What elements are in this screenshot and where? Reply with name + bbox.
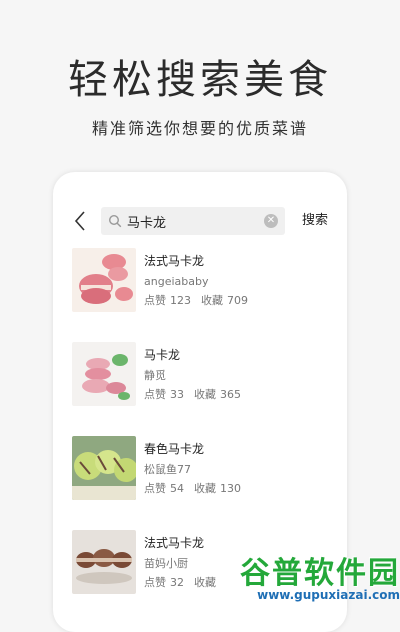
search-icon <box>108 214 122 228</box>
chevron-left-icon <box>74 211 85 231</box>
search-bar: ✕ 搜索 <box>65 207 335 235</box>
recipe-thumbnail <box>72 248 136 312</box>
recipe-stats: 点赞 54 收藏 130 <box>144 481 245 496</box>
recipe-title: 马卡龙 <box>144 348 181 362</box>
likes-count: 32 <box>170 576 184 589</box>
recipe-stats: 点赞 123 收藏 709 <box>144 293 252 308</box>
clear-icon[interactable]: ✕ <box>264 214 278 228</box>
recipe-author: 静觅 <box>144 369 166 382</box>
list-item[interactable]: 法式马卡龙 angeiababy 点赞 123 收藏 709 <box>53 242 347 336</box>
search-button[interactable]: 搜索 <box>295 207 335 235</box>
search-box: ✕ <box>101 207 285 235</box>
likes-label: 点赞 <box>144 482 166 495</box>
list-item[interactable]: 马卡龙 静觅 点赞 33 收藏 365 <box>53 336 347 430</box>
favs-label: 收藏 <box>194 482 216 495</box>
favs-count: 709 <box>227 294 248 307</box>
favs-label: 收藏 <box>194 576 216 589</box>
recipe-stats: 点赞 33 收藏 365 <box>144 387 245 402</box>
list-item[interactable]: 春色马卡龙 松鼠鱼77 点赞 54 收藏 130 <box>53 430 347 524</box>
recipe-title: 春色马卡龙 <box>144 442 205 456</box>
likes-count: 54 <box>170 482 184 495</box>
recipe-thumbnail <box>72 436 136 500</box>
watermark-name: 谷普软件园 <box>240 556 400 591</box>
recipe-author: 苗妈小厨 <box>144 557 188 570</box>
back-button[interactable] <box>71 207 91 235</box>
favs-count: 130 <box>220 482 241 495</box>
favs-label: 收藏 <box>201 294 223 307</box>
likes-label: 点赞 <box>144 388 166 401</box>
page-subtitle: 精准筛选你想要的优质菜谱 <box>91 119 308 138</box>
favs-count: 365 <box>220 388 241 401</box>
favs-label: 收藏 <box>194 388 216 401</box>
likes-count: 33 <box>170 388 184 401</box>
recipe-stats: 点赞 32 收藏 <box>144 575 224 590</box>
search-input[interactable] <box>127 207 257 235</box>
page-headline: 轻松搜索美食 <box>68 57 332 103</box>
site-watermark: 谷普软件园 www.gupuxiazai.com <box>216 548 400 608</box>
recipe-thumbnail <box>72 342 136 406</box>
recipe-title: 法式马卡龙 <box>144 536 205 550</box>
recipe-title: 法式马卡龙 <box>144 254 205 268</box>
likes-label: 点赞 <box>144 576 166 589</box>
recipe-author: angeiababy <box>144 275 209 288</box>
recipe-thumbnail <box>72 530 136 594</box>
likes-label: 点赞 <box>144 294 166 307</box>
watermark-url: www.gupuxiazai.com <box>257 588 400 602</box>
likes-count: 123 <box>170 294 191 307</box>
recipe-author: 松鼠鱼77 <box>144 463 191 476</box>
